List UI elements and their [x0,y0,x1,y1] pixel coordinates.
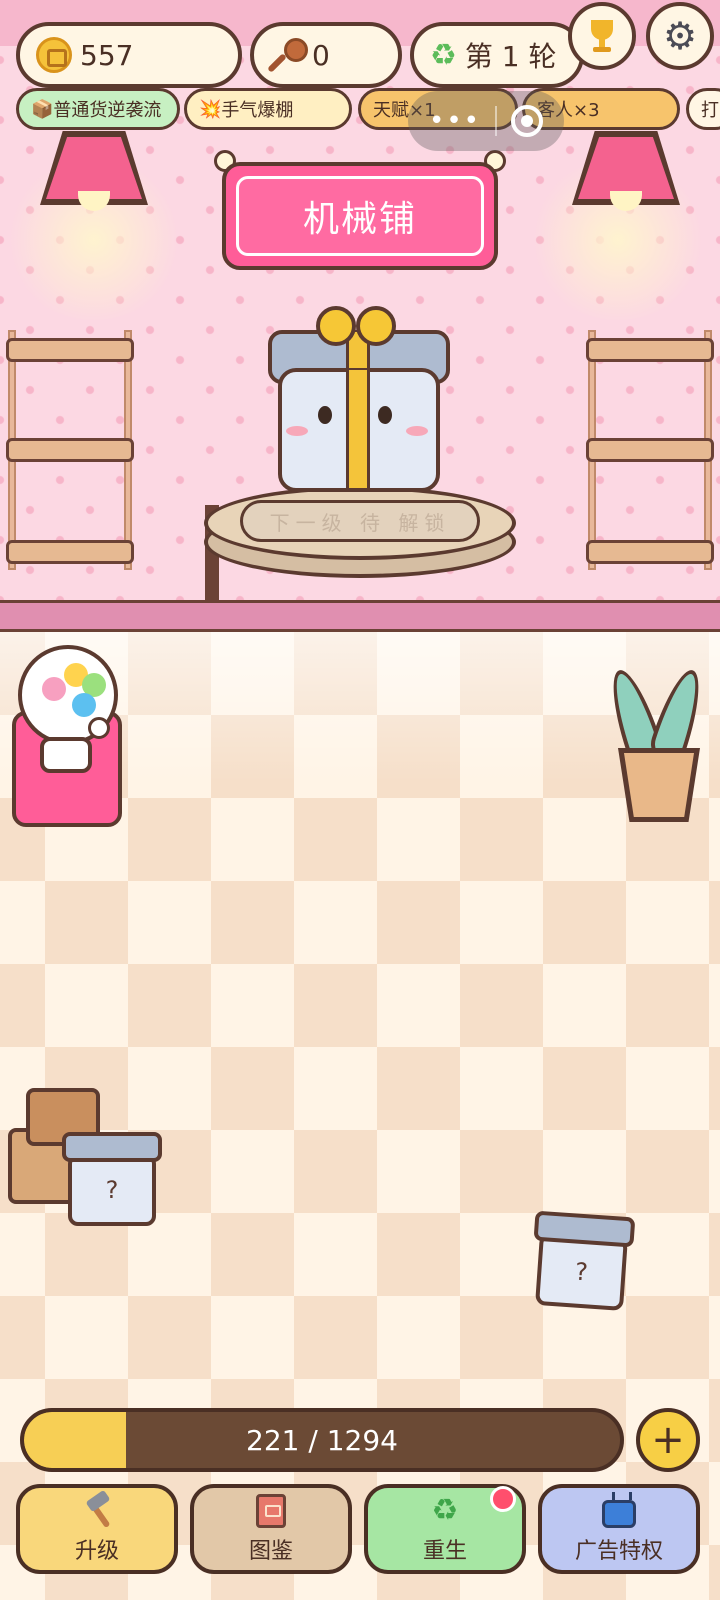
box-icon: 📦 [31,98,54,120]
settings-button[interactable]: ⚙ [646,2,714,70]
close-target-icon[interactable] [510,105,543,137]
explosion-icon: 💥 [199,98,222,120]
gumball-machine[interactable] [12,645,122,827]
baseboard [0,600,720,632]
next-level-hint: 下一级 待 解锁 [240,500,480,542]
coin-counter: 557 [16,22,242,88]
mystery-box-label: ? [68,1154,156,1226]
potted-plant [602,664,710,822]
gift-box-character[interactable] [266,306,452,492]
trophy-icon [584,18,620,54]
rebirth-label: 重生 [422,1539,467,1564]
key-counter: 0 [250,22,402,88]
ceiling-lamp-left [40,131,148,211]
round-label: 第 1 轮 [464,40,557,73]
more-icon[interactable]: ••• [429,108,481,134]
ad-privilege-label: 广告特权 [574,1539,663,1564]
wall-shelf-left [6,330,134,570]
collection-button[interactable]: 图鉴 [190,1484,352,1574]
perk-tag[interactable]: 📦 普通货逆袭流 [16,88,180,130]
coin-count: 557 [80,38,134,72]
shop-name: 机械铺 [236,176,484,256]
hammer-icon [79,1489,115,1529]
recycle-icon: ♻ [431,1493,459,1528]
shop-sign: 机械铺 [214,150,506,270]
mystery-box[interactable]: ? [62,1132,162,1232]
rebirth-button[interactable]: ♻ 重生 [364,1484,526,1574]
miniprogram-capsule[interactable]: ••• [408,91,564,151]
round-indicator: ♻ 第 1 轮 [410,22,584,88]
ad-privilege-button[interactable]: 广告特权 [538,1484,700,1574]
coin-icon [36,37,72,73]
upgrade-button[interactable]: 升级 [16,1484,178,1574]
book-icon [256,1494,286,1528]
notification-badge [490,1486,516,1512]
mystery-box[interactable]: ? [529,1210,636,1318]
perk-label: 手气爆棚 [221,100,294,121]
perk-tag-overflow[interactable]: 打 [686,88,720,130]
wall-shelf-right [586,330,714,570]
perk-label: 打 [701,100,719,121]
add-progress-button[interactable]: + [636,1408,700,1472]
trophy-button[interactable] [568,2,636,70]
tv-icon [602,1500,636,1528]
gear-icon: ⚙ [662,14,698,58]
ceiling-lamp-right [572,131,680,211]
progress-text: 221 / 1294 [246,1423,398,1457]
key-count: 0 [312,38,330,72]
perk-label: 普通货逆袭流 [53,100,162,121]
experience-progress-bar: 221 / 1294 [20,1408,624,1472]
capsule-divider [494,106,497,136]
perk-tag[interactable]: 💥 手气爆棚 [184,88,352,130]
upgrade-label: 升级 [74,1539,119,1564]
key-icon [270,38,308,72]
recycle-icon: ♻ [430,37,457,73]
collection-label: 图鉴 [248,1539,293,1564]
